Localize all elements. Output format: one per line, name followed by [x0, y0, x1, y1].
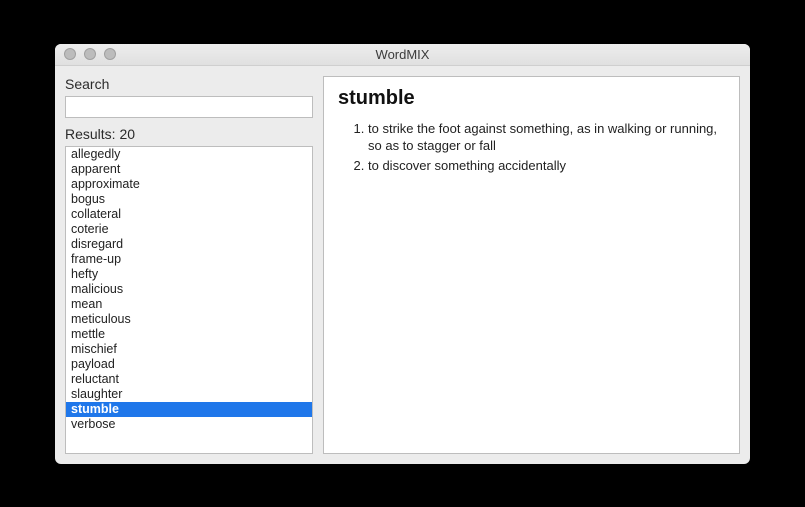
list-item[interactable]: mean: [66, 297, 312, 312]
definition-item: to discover something accidentally: [368, 157, 725, 175]
list-item[interactable]: meticulous: [66, 312, 312, 327]
zoom-icon[interactable]: [104, 48, 116, 60]
list-item[interactable]: verbose: [66, 417, 312, 432]
results-label: Results: 20: [65, 126, 313, 142]
detail-panel: stumble to strike the foot against somet…: [323, 76, 740, 454]
minimize-icon[interactable]: [84, 48, 96, 60]
search-label: Search: [65, 76, 313, 92]
left-panel: Search Results: 20 allegedlyapparentappr…: [65, 76, 313, 454]
list-item[interactable]: hefty: [66, 267, 312, 282]
list-item[interactable]: mettle: [66, 327, 312, 342]
list-item[interactable]: malicious: [66, 282, 312, 297]
app-window: WordMIX Search Results: 20 allegedlyappa…: [55, 44, 750, 464]
list-item[interactable]: frame-up: [66, 252, 312, 267]
search-input[interactable]: [65, 96, 313, 118]
list-item[interactable]: coterie: [66, 222, 312, 237]
list-item[interactable]: apparent: [66, 162, 312, 177]
list-item[interactable]: mischief: [66, 342, 312, 357]
list-item[interactable]: approximate: [66, 177, 312, 192]
list-item[interactable]: slaughter: [66, 387, 312, 402]
word-title: stumble: [338, 87, 725, 110]
window-title: WordMIX: [55, 47, 750, 62]
list-item[interactable]: bogus: [66, 192, 312, 207]
definition-list: to strike the foot against something, as…: [338, 120, 725, 175]
definition-item: to strike the foot against something, as…: [368, 120, 725, 155]
list-item[interactable]: stumble: [66, 402, 312, 417]
content-area: Search Results: 20 allegedlyapparentappr…: [55, 66, 750, 464]
results-listbox[interactable]: allegedlyapparentapproximateboguscollate…: [65, 146, 313, 454]
list-item[interactable]: allegedly: [66, 147, 312, 162]
list-item[interactable]: collateral: [66, 207, 312, 222]
list-item[interactable]: reluctant: [66, 372, 312, 387]
window-controls: [55, 48, 116, 60]
close-icon[interactable]: [64, 48, 76, 60]
list-item[interactable]: disregard: [66, 237, 312, 252]
titlebar: WordMIX: [55, 44, 750, 66]
list-item[interactable]: payload: [66, 357, 312, 372]
